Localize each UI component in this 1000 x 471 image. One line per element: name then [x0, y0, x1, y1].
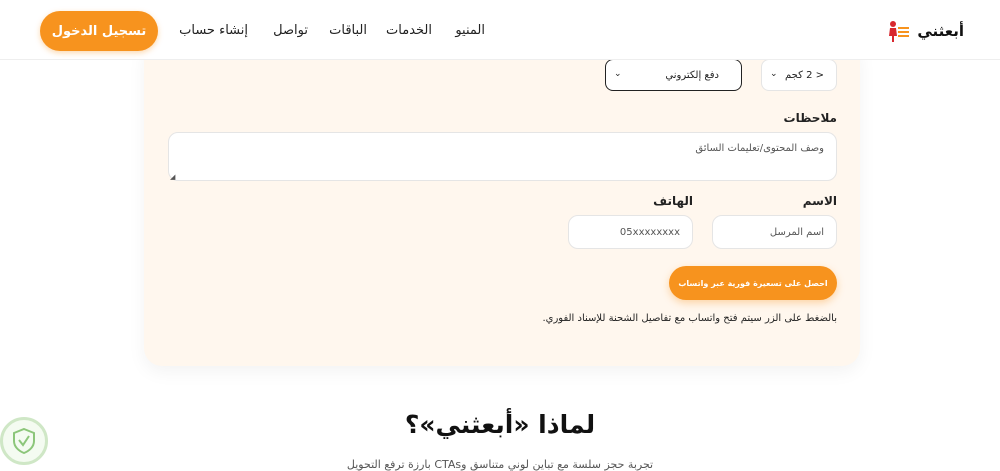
weight-select[interactable]: < 2 كجم ⌄ — [761, 59, 837, 91]
nav-link-menu[interactable]: المنيو — [455, 23, 485, 38]
whatsapp-quote-button[interactable]: احصل على تسعيرة فورية عبر واتساب — [669, 266, 837, 300]
phone-label: الهاتف — [653, 194, 693, 208]
name-label: الاسم — [802, 194, 837, 208]
section-subtitle: تجربة حجز سلسة مع تباين لوني متناسق وCTA… — [346, 458, 654, 471]
chevron-down-icon: ⌄ — [770, 69, 778, 79]
brand[interactable]: أبعثني — [885, 19, 964, 43]
payment-select-value: دفع إلكتروني — [665, 69, 719, 81]
login-button[interactable]: تسجيل الدخول — [40, 11, 158, 51]
nav-link-services[interactable]: الخدمات — [386, 23, 432, 38]
nav-link-signup[interactable]: إنشاء حساب — [179, 23, 248, 38]
weight-select-value: < 2 كجم — [785, 69, 824, 81]
whatsapp-note: بالضغط على الزر سيتم فتح واتساب مع تفاصي… — [542, 313, 837, 324]
notes-label: ملاحظات — [783, 111, 837, 125]
phone-input[interactable]: 05xxxxxxxx — [568, 215, 693, 249]
brand-name: أبعثني — [917, 22, 964, 40]
resize-handle-icon[interactable]: ◢ — [170, 173, 175, 181]
verified-badge-icon — [0, 417, 48, 465]
nav-link-packages[interactable]: الباقات — [329, 23, 367, 38]
chevron-down-icon: ⌄ — [614, 69, 622, 79]
logo-icon — [885, 19, 911, 43]
nav-link-contact[interactable]: تواصل — [273, 23, 308, 38]
notes-textarea[interactable]: وصف المحتوى/تعليمات السائق — [168, 132, 837, 181]
section-title: لماذا «أبعثني»؟ — [404, 410, 596, 439]
sender-name-input[interactable]: اسم المرسل — [712, 215, 837, 249]
top-navbar: أبعثني المنيو الخدمات الباقات تواصل إنشا… — [0, 0, 1000, 60]
payment-select[interactable]: دفع إلكتروني ⌄ — [605, 59, 742, 91]
